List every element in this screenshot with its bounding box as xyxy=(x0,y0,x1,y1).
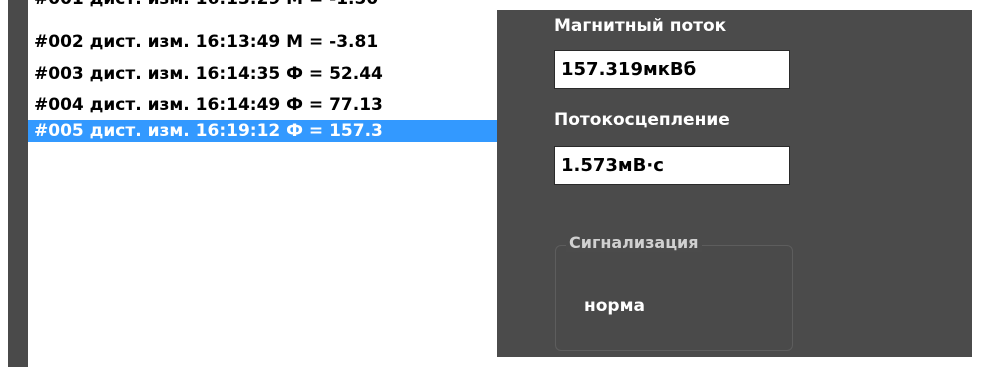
panel-right-edge xyxy=(972,0,982,357)
left-border xyxy=(8,0,28,367)
list-item[interactable]: #001 дист. изм. 16:13:29 М = -1.50 xyxy=(28,0,497,10)
flux-value-field[interactable]: 157.319мкВб xyxy=(554,50,790,89)
alarm-status: норма xyxy=(584,296,645,316)
list-item[interactable]: #004 дист. изм. 16:14:49 Ф = 77.13 xyxy=(28,94,497,116)
linkage-value-field[interactable]: 1.573мВ·с xyxy=(554,146,790,185)
panel-top-edge xyxy=(497,0,982,10)
list-item[interactable]: #002 дист. изм. 16:13:49 М = -3.81 xyxy=(28,31,497,53)
measurement-panel: Магнитный поток 157.319мкВб Потокосцепле… xyxy=(497,0,982,357)
alarm-group-title: Сигнализация xyxy=(566,233,702,252)
list-item-selected[interactable]: #005 дист. изм. 16:19:12 Ф = 157.3 xyxy=(28,120,497,142)
linkage-label: Потокосцепление xyxy=(554,110,730,130)
window: #001 дист. изм. 16:13:29 М = -1.50 #002 … xyxy=(0,0,982,367)
flux-label: Магнитный поток xyxy=(554,16,727,36)
list-item[interactable]: #003 дист. изм. 16:14:35 Ф = 52.44 xyxy=(28,63,497,85)
measurement-log-list[interactable]: #001 дист. изм. 16:13:29 М = -1.50 #002 … xyxy=(28,0,497,367)
alarm-groupbox: Сигнализация норма xyxy=(555,233,793,351)
